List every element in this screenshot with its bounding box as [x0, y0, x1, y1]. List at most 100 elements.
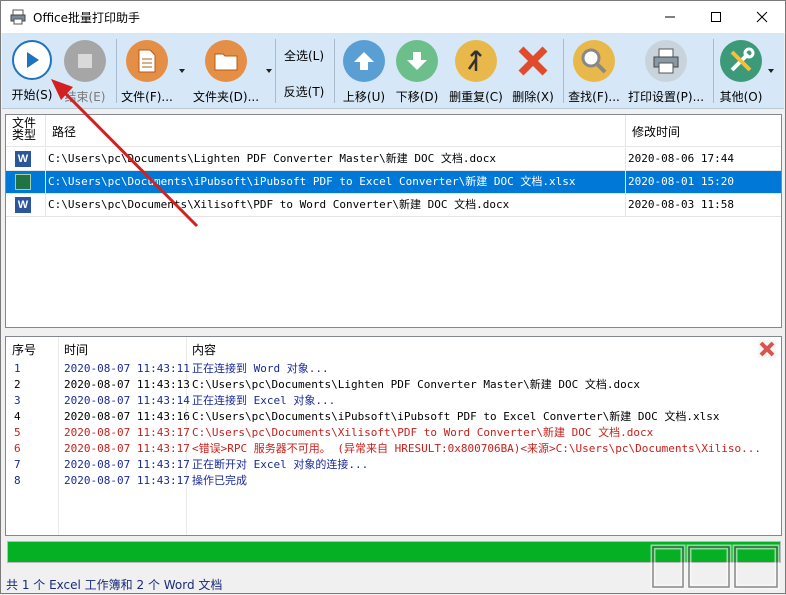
log-time-cell: 2020-08-07 11:43:17 [64, 474, 190, 487]
column-header-path[interactable]: 路径 [46, 115, 626, 147]
add-file-button[interactable]: 文件(F)... [120, 37, 174, 105]
word-icon: W [15, 197, 31, 213]
other-button[interactable]: 其他(O) [717, 37, 765, 105]
log-row[interactable]: 6 2020-08-07 11:43:17 <错误>RPC 服务器不可用。 (异常来… [6, 441, 781, 457]
log-seq-cell: 8 [14, 474, 21, 487]
move-down-label: 下移(D) [395, 90, 439, 104]
select-all-button[interactable]: 全选(L) [279, 47, 329, 64]
maximize-button[interactable] [693, 1, 739, 33]
delete-button[interactable]: 删除(X) [508, 37, 558, 105]
file-type-cell [6, 171, 46, 193]
log-header-seq[interactable]: 序号 [12, 341, 36, 358]
arrow-up-icon [343, 40, 385, 82]
file-dropdown-icon[interactable] [179, 69, 185, 73]
log-content-cell: C:\Users\pc\Documents\iPubsoft\iPubsoft … [192, 410, 720, 423]
delete-label: 删除(X) [512, 90, 554, 104]
app-window: Office批量打印助手 开始(S) 结束(E) 文件(F)... 文件夹(D)… [0, 0, 786, 594]
log-time-cell: 2020-08-07 11:43:11 [64, 362, 190, 375]
invert-selection-button[interactable]: 反选(T) [279, 83, 329, 100]
log-row[interactable]: 2 2020-08-07 11:43:13 C:\Users\pc\Document… [6, 377, 781, 393]
tools-icon [720, 40, 762, 82]
minimize-button[interactable] [647, 1, 693, 33]
clear-log-icon[interactable] [758, 340, 776, 358]
log-content-cell: C:\Users\pc\Documents\Lighten PDF Conver… [192, 378, 640, 391]
delete-duplicates-button[interactable]: 删重复(C) [446, 37, 506, 105]
log-row[interactable]: 5 2020-08-07 11:43:17 C:\Users\pc\Document… [6, 425, 781, 441]
log-seq-cell: 5 [14, 426, 21, 439]
file-type-cell: W [6, 148, 46, 170]
watermark-logo [650, 544, 780, 590]
log-row[interactable]: 8 2020-08-07 11:43:17 操作已完成 [6, 473, 781, 489]
close-button[interactable] [739, 1, 785, 33]
log-seq-cell: 2 [14, 378, 21, 391]
log-content-cell: C:\Users\pc\Documents\Xilisoft\PDF to Wo… [192, 426, 654, 439]
file-path-cell: C:\Users\pc\Documents\Lighten PDF Conver… [46, 148, 626, 170]
log-seq-cell: 7 [14, 458, 21, 471]
arrow-down-icon [396, 40, 438, 82]
file-list-header: 文件 类型 路径 修改时间 [6, 115, 781, 147]
log-seq-cell: 4 [14, 410, 21, 423]
merge-icon [455, 40, 497, 82]
app-printer-icon [10, 9, 26, 25]
move-up-button[interactable]: 上移(U) [339, 37, 389, 105]
other-label: 其他(O) [719, 90, 763, 104]
magnifier-icon [573, 40, 615, 82]
word-icon: W [15, 151, 31, 167]
log-row[interactable]: 1 2020-08-07 11:43:11 正在连接到 Word 对象... [6, 361, 781, 377]
log-row[interactable]: 3 2020-08-07 11:43:14 正在连接到 Excel 对象... [6, 393, 781, 409]
column-header-type[interactable]: 文件 类型 [6, 115, 46, 147]
log-seq-cell: 1 [14, 362, 21, 375]
toolbar-separator [563, 39, 564, 103]
file-list[interactable]: 文件 类型 路径 修改时间 W C:\Users\pc\Documents\Lig… [5, 114, 782, 328]
toolbar: 开始(S) 结束(E) 文件(F)... 文件夹(D)... 全选(L) 反选(… [2, 33, 784, 109]
file-path-cell: C:\Users\pc\Documents\Xilisoft\PDF to Wo… [46, 194, 626, 216]
file-type-cell: W [6, 194, 46, 216]
close-icon [756, 11, 768, 23]
file-modified-cell: 2020-08-01 15:20 [628, 175, 734, 188]
add-folder-button[interactable]: 文件夹(D)... [190, 37, 262, 105]
log-time-cell: 2020-08-07 11:43:14 [64, 394, 190, 407]
file-row[interactable]: W C:\Users\pc\Documents\Xilisoft\PDF to W… [6, 194, 781, 217]
file-row[interactable]: C:\Users\pc\Documents\iPubsoft\iPubsoft … [6, 171, 781, 194]
toolbar-separator [275, 39, 276, 103]
file-row[interactable]: W C:\Users\pc\Documents\Lighten PDF Conve… [6, 148, 781, 171]
log-row[interactable]: 4 2020-08-07 11:43:16 C:\Users\pc\Document… [6, 409, 781, 425]
find-button[interactable]: 查找(F)... [567, 37, 621, 105]
log-time-cell: 2020-08-07 11:43:16 [64, 410, 190, 423]
log-header-time[interactable]: 时间 [64, 341, 88, 358]
log-content-cell: 操作已完成 [192, 474, 247, 487]
log-time-cell: 2020-08-07 11:43:17 [64, 458, 190, 471]
folder-icon [205, 40, 247, 82]
file-path-cell: C:\Users\pc\Documents\iPubsoft\iPubsoft … [46, 171, 626, 193]
play-icon [12, 40, 52, 80]
stop-icon [64, 40, 106, 82]
log-content-cell: 正在连接到 Word 对象... [192, 362, 329, 375]
log-row[interactable]: 7 2020-08-07 11:43:17 正在断开对 Excel 对象的连接... [6, 457, 781, 473]
delete-duplicates-label: 删重复(C) [449, 90, 503, 104]
log-header: 序号 时间 内容 [6, 337, 781, 361]
log-time-cell: 2020-08-07 11:43:17 [64, 426, 190, 439]
end-label: 结束(E) [64, 90, 106, 104]
start-button[interactable]: 开始(S) [9, 37, 55, 105]
toolbar-separator [713, 39, 714, 103]
column-header-modified[interactable]: 修改时间 [626, 115, 781, 147]
minimize-icon [665, 16, 675, 18]
printer-icon [645, 40, 687, 82]
log-header-content[interactable]: 内容 [192, 341, 216, 358]
log-content-cell: 正在连接到 Excel 对象... [192, 394, 336, 407]
file-icon [126, 40, 168, 82]
file-modified-cell: 2020-08-03 11:58 [628, 198, 734, 211]
folder-dropdown-icon[interactable] [266, 69, 272, 73]
excel-icon [15, 174, 31, 190]
move-down-button[interactable]: 下移(D) [392, 37, 442, 105]
toolbar-separator [334, 39, 335, 103]
other-dropdown-icon[interactable] [768, 69, 774, 73]
file-modified-cell: 2020-08-06 17:44 [628, 152, 734, 165]
window-title: Office批量打印助手 [33, 11, 141, 25]
print-settings-label: 打印设置(P)... [627, 90, 705, 104]
log-content-cell: <错误>RPC 服务器不可用。 (异常来自 HRESULT:0x800706BA… [192, 442, 761, 455]
folder-label: 文件夹(D)... [192, 90, 260, 104]
print-settings-button[interactable]: 打印设置(P)... [625, 37, 707, 105]
log-list[interactable]: 序号 时间 内容 1 2020-08-07 11:43:11 正在连接到 Word … [5, 336, 782, 536]
end-button[interactable]: 结束(E) [62, 37, 108, 105]
